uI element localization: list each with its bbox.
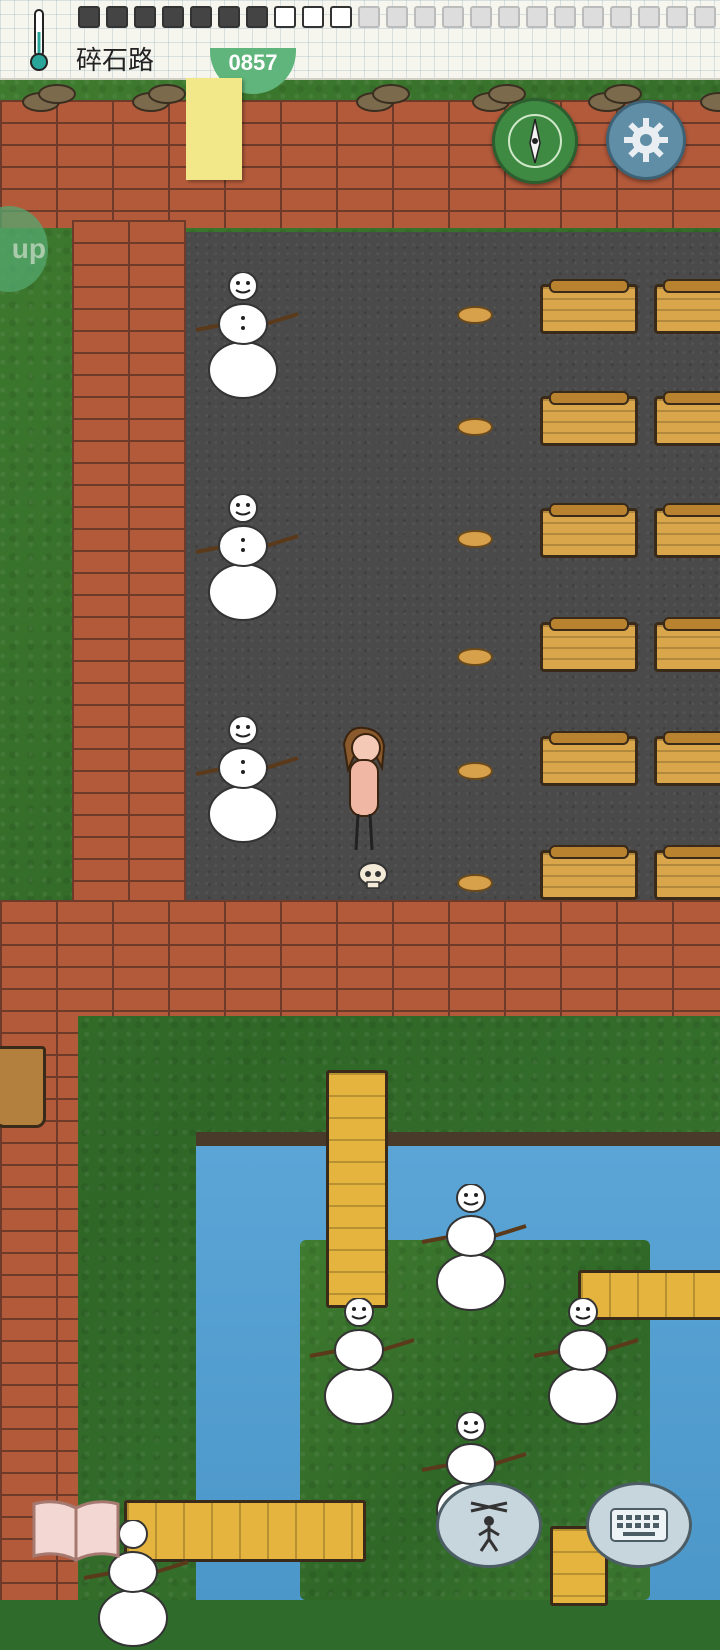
wooden-bridge-vertical[interactable] — [326, 1070, 388, 1308]
hunger-pip — [582, 6, 604, 28]
hunger-pip — [386, 6, 408, 28]
hunger-pip — [526, 6, 548, 28]
hunger-pip — [246, 6, 268, 28]
snowman[interactable] — [186, 272, 306, 402]
flat-item[interactable] — [457, 306, 493, 324]
hunger-pip — [134, 6, 156, 28]
crate[interactable] — [540, 391, 638, 446]
crate[interactable] — [540, 731, 638, 786]
crate[interactable] — [654, 279, 720, 334]
crate[interactable] — [654, 845, 720, 900]
rock — [372, 84, 410, 104]
settings-button[interactable] — [606, 100, 686, 180]
brick-wall-left — [72, 220, 186, 900]
hunger-pip — [666, 6, 688, 28]
gear-icon — [624, 118, 668, 162]
thermometer-icon — [30, 9, 48, 71]
hunger-pip — [694, 6, 716, 28]
hunger-pip — [78, 6, 100, 28]
flat-item[interactable] — [457, 762, 493, 780]
hunger-pip — [638, 6, 660, 28]
hunger-pip — [414, 6, 436, 28]
hunger-pip — [554, 6, 576, 28]
compass-button[interactable] — [492, 98, 578, 184]
basket[interactable] — [0, 1046, 46, 1128]
rock — [38, 84, 76, 104]
book-icon — [32, 1500, 120, 1563]
compass-icon — [508, 114, 562, 168]
hunger-pip — [274, 6, 296, 28]
helper-up-button[interactable]: up — [0, 206, 48, 292]
hunger-pip — [610, 6, 632, 28]
crate[interactable] — [540, 845, 638, 900]
snowman[interactable] — [302, 1298, 422, 1428]
flat-item[interactable] — [457, 874, 493, 892]
hunger-pip — [358, 6, 380, 28]
hunger-pip — [470, 6, 492, 28]
book-button[interactable] — [28, 1494, 124, 1566]
snowman[interactable] — [186, 716, 306, 846]
puppet-button[interactable] — [436, 1482, 542, 1568]
crate[interactable] — [540, 503, 638, 558]
hunger-pip — [442, 6, 464, 28]
puppet-icon — [470, 1501, 508, 1552]
hunger-pip — [190, 6, 212, 28]
sticky-note[interactable] — [186, 78, 242, 180]
brick-wall-middle — [0, 900, 720, 1016]
snowman[interactable] — [414, 1184, 534, 1314]
hunger-pip — [302, 6, 324, 28]
snowman[interactable] — [526, 1298, 646, 1428]
crate[interactable] — [540, 279, 638, 334]
top-bar: 碎石路 — [0, 0, 720, 80]
hunger-pip — [330, 6, 352, 28]
flat-item[interactable] — [457, 530, 493, 548]
hunger-pip — [106, 6, 128, 28]
flat-item[interactable] — [457, 418, 493, 436]
pond-edge — [196, 1132, 720, 1146]
skull[interactable] — [356, 862, 390, 890]
hunger-meter — [78, 6, 716, 28]
crate[interactable] — [654, 391, 720, 446]
hunger-pip — [498, 6, 520, 28]
crate[interactable] — [654, 731, 720, 786]
flat-item[interactable] — [457, 648, 493, 666]
player-character[interactable] — [334, 726, 394, 860]
crate[interactable] — [540, 617, 638, 672]
rock — [148, 84, 186, 104]
keyboard-icon — [610, 1508, 668, 1542]
location-title: 碎石路 — [76, 46, 155, 76]
keyboard-button[interactable] — [586, 1482, 692, 1568]
crate[interactable] — [654, 503, 720, 558]
hunger-pip — [162, 6, 184, 28]
crate[interactable] — [654, 617, 720, 672]
snowman[interactable] — [186, 494, 306, 624]
hunger-pip — [218, 6, 240, 28]
